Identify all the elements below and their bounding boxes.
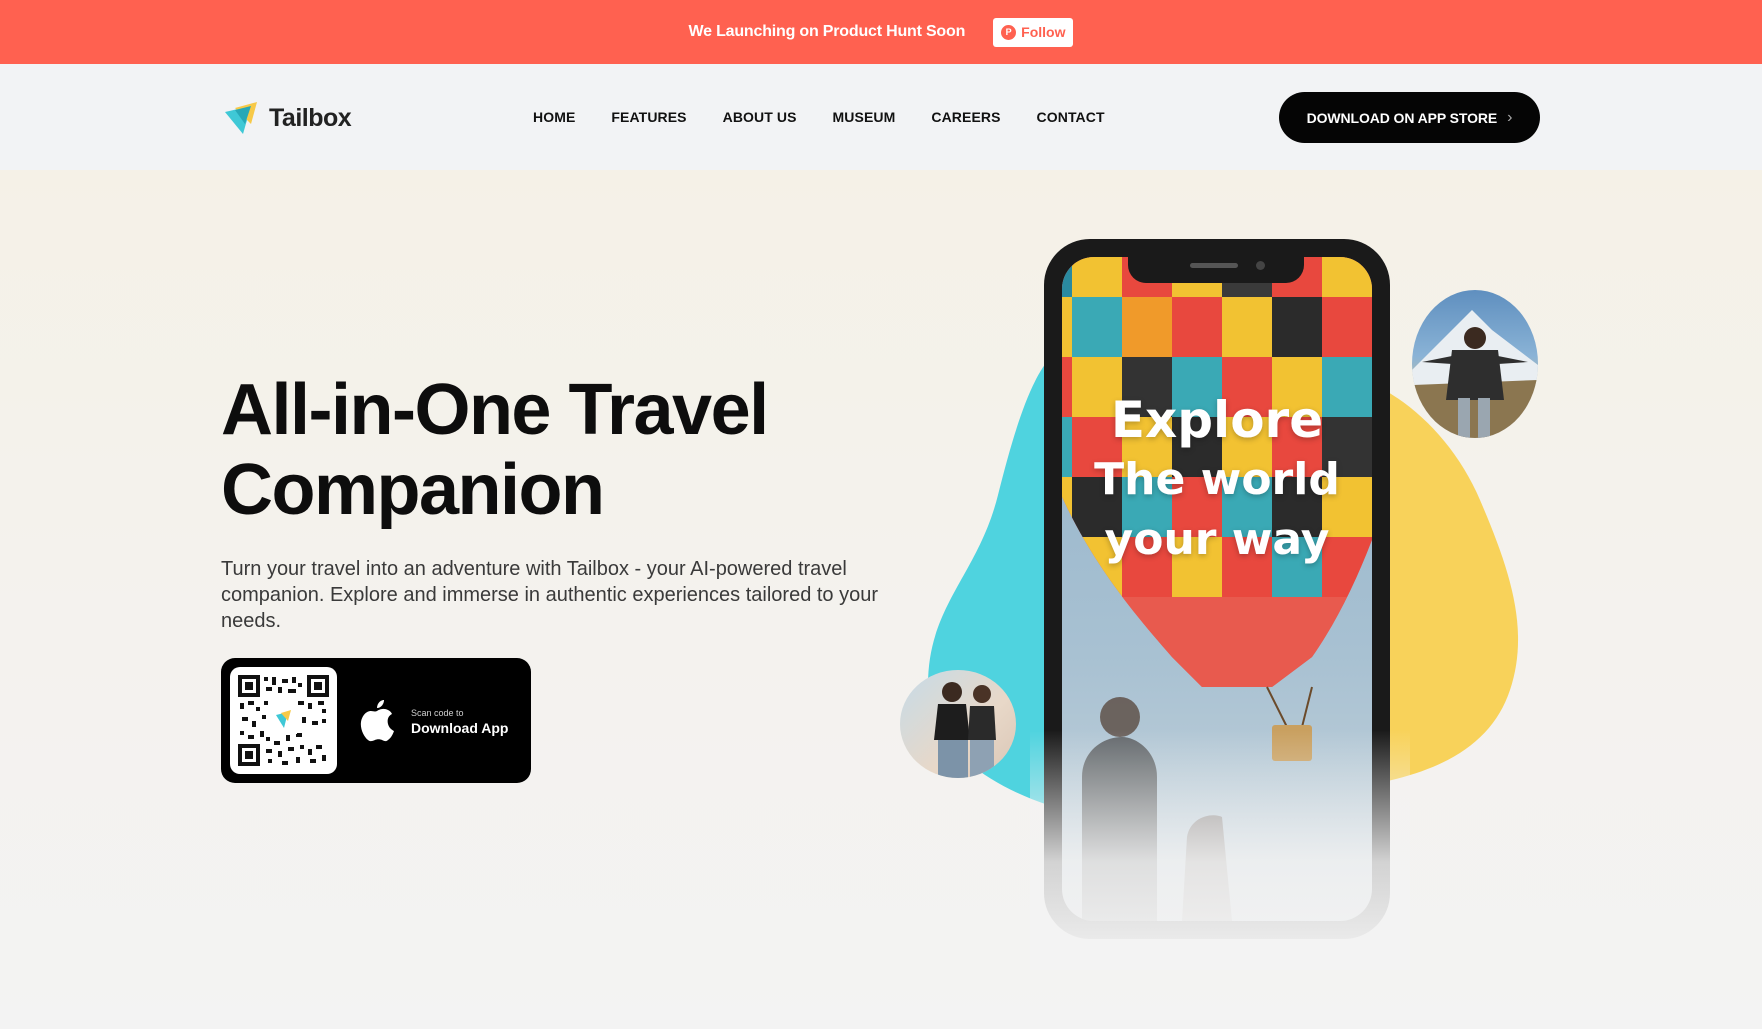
download-app-card[interactable]: Scan code to Download App [221,658,531,783]
logo[interactable]: Tailbox [221,98,352,138]
screen-line2: The world [1094,454,1340,505]
nav-contact[interactable]: CONTACT [1037,109,1105,125]
cta-label: DOWNLOAD ON APP STORE [1306,109,1498,126]
speaker-bar [1190,263,1238,268]
follow-label: Follow [1021,24,1066,40]
screen-line3: your way [1104,514,1330,565]
mountain-traveler-photo [1412,290,1538,438]
tailbox-logo-icon [225,102,257,134]
hero-title-line1: All-in-One Travel [221,370,769,450]
hero-section: All-in-One Travel Companion Turn your tr… [0,170,1762,1029]
site-header: Tailbox HOME FEATURES ABOUT US MUSEUM CA… [0,64,1762,170]
logo-text: Tailbox [269,103,352,132]
hero-title-line2: Companion [221,450,605,530]
camera-dot [1256,261,1265,270]
announcement-bar: We Launching on Product Hunt Soon P Foll… [0,0,1762,64]
qr-code-icon [238,675,329,766]
hero-subtitle: Turn your travel into an adventure with … [221,558,879,632]
nav-about-us[interactable]: ABOUT US [723,109,797,125]
main-nav: HOME FEATURES ABOUT US MUSEUM CAREERS CO… [533,109,1105,125]
apple-icon [360,700,394,742]
qr-caption-small: Scan code to [411,708,464,718]
qr-caption-big: Download App [411,720,509,736]
nav-features[interactable]: FEATURES [611,109,686,125]
nav-careers[interactable]: CAREERS [931,109,1000,125]
announcement-text: We Launching on Product Hunt Soon [688,23,966,40]
follow-button[interactable]: P Follow [993,17,1074,47]
screen-line1: Explore [1110,391,1324,449]
nav-home[interactable]: HOME [533,109,575,125]
friends-photo [900,670,1016,778]
nav-museum[interactable]: MUSEUM [833,109,896,125]
product-hunt-icon: P [1001,24,1017,40]
phone-screen-headline: Explore The world your way [1044,390,1390,570]
qr-code [230,667,337,774]
chevron-right-icon: › [1507,108,1513,126]
phone-notch [1128,257,1304,283]
hero-title: All-in-One Travel Companion [221,370,861,530]
phone-fade-overlay [1030,730,1410,970]
download-app-store-button[interactable]: DOWNLOAD ON APP STORE › [1279,92,1540,143]
